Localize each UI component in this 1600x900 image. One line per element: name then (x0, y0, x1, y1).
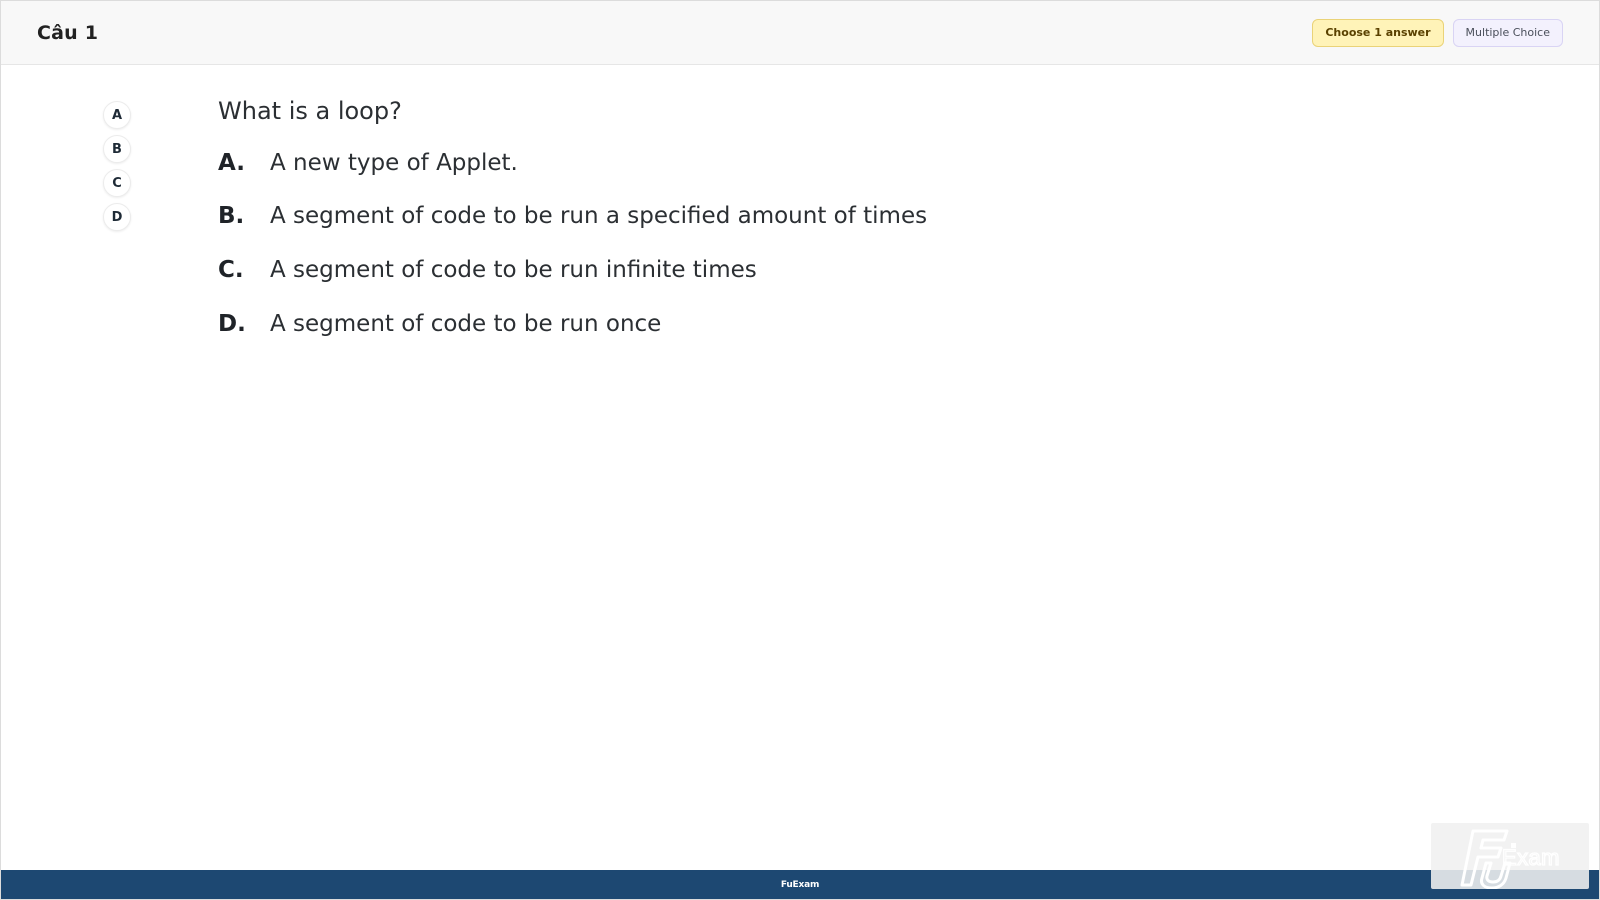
answer-option-d-letter: D. (218, 310, 246, 337)
question-content: What is a loop? A. A new type of Applet.… (218, 97, 1418, 338)
answer-option-d-text: A segment of code to be run once (270, 310, 662, 337)
answer-option-c-text: A segment of code to be run infinite tim… (270, 256, 757, 283)
answer-selector-b[interactable]: B (103, 135, 131, 163)
footer-brand-text: FuExam (780, 879, 820, 890)
svg-text:Exam: Exam (1502, 845, 1560, 870)
answer-option-a-text: A new type of Applet. (270, 149, 518, 176)
answer-selector-c[interactable]: C (103, 169, 131, 197)
answer-option-a[interactable]: A. A new type of Applet. (218, 150, 1418, 178)
answer-option-a-letter: A. (218, 149, 245, 176)
answer-option-b[interactable]: B. A segment of code to be run a specifi… (218, 203, 1418, 231)
question-badges: Choose 1 answer Multiple Choice (1312, 18, 1563, 47)
answer-selector-d[interactable]: D (103, 203, 131, 231)
fu-exam-logo: Exam (1431, 823, 1589, 889)
answer-selector-a[interactable]: A (103, 101, 131, 129)
question-number-title: Câu 1 (37, 21, 99, 44)
footer-bar: FuExam (1, 870, 1599, 899)
answer-option-d[interactable]: D. A segment of code to be run once (218, 311, 1418, 339)
choose-answer-badge: Choose 1 answer (1312, 18, 1444, 47)
exam-window: Câu 1 Choose 1 answer Multiple Choice A … (0, 0, 1600, 900)
question-header: Câu 1 Choose 1 answer Multiple Choice (1, 1, 1599, 65)
answer-options-list: A. A new type of Applet. B. A segment of… (218, 150, 1418, 338)
answer-option-b-text: A segment of code to be run a specified … (270, 203, 928, 230)
answer-option-c-letter: C. (218, 256, 244, 283)
fu-exam-logo-icon: Exam (1460, 829, 1560, 889)
answer-option-b-letter: B. (218, 203, 245, 230)
answer-selector-sidebar: A B C D (103, 101, 131, 231)
question-type-badge: Multiple Choice (1452, 18, 1563, 47)
question-text: What is a loop? (218, 97, 402, 125)
answer-option-c[interactable]: C. A segment of code to be run infinite … (218, 257, 1418, 285)
